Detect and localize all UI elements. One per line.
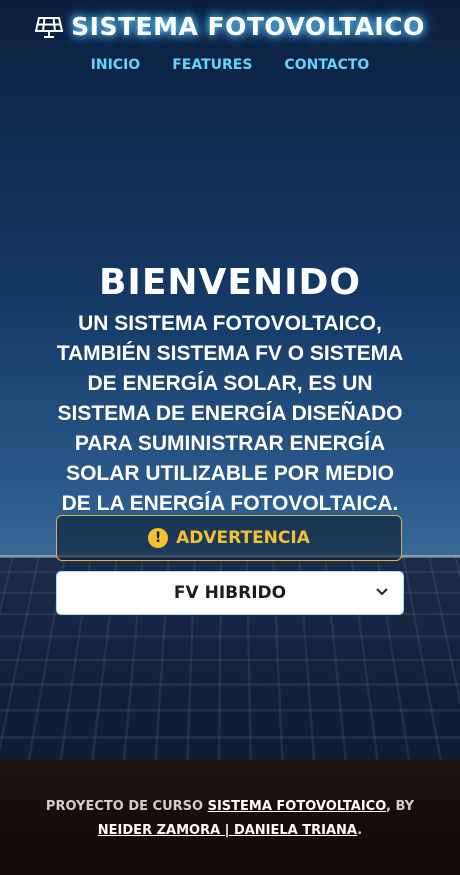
chevron-down-icon <box>376 588 388 596</box>
footer-suffix: . <box>357 823 363 838</box>
site-footer: PROYECTO DE CURSO SISTEMA FOTOVOLTAICO, … <box>30 795 430 843</box>
brand[interactable]: SISTEMA FOTOVOLTAICO <box>35 12 425 41</box>
nav-link-inicio[interactable]: INICIO <box>91 57 141 73</box>
site-title: SISTEMA FOTOVOLTAICO <box>71 12 425 41</box>
warning-alert[interactable]: ! ADVERTENCIA <box>56 515 402 561</box>
nav-link-contacto[interactable]: CONTACTO <box>284 57 369 73</box>
solar-panel-icon <box>35 16 64 38</box>
footer-project-link[interactable]: SISTEMA FOTOVOLTAICO <box>208 799 386 814</box>
system-type-select[interactable]: FV HIBRIDO <box>56 571 404 615</box>
hero-section: BIENVENIDO UN SISTEMA FOTOVOLTAICO, TAMB… <box>0 262 460 519</box>
hero-title: BIENVENIDO <box>98 262 362 303</box>
footer-by: , BY <box>386 799 415 814</box>
select-value: FV HIBRIDO <box>173 583 287 603</box>
warning-label: ADVERTENCIA <box>176 528 310 548</box>
exclamation-icon: ! <box>148 528 169 548</box>
hero-description: UN SISTEMA FOTOVOLTAICO, TAMBIÉN SISTEMA… <box>56 312 404 515</box>
nav-link-features[interactable]: FEATURES <box>172 57 252 73</box>
main-nav: INICIO FEATURES CONTACTO <box>0 57 460 73</box>
footer-prefix: PROYECTO DE CURSO <box>45 799 208 814</box>
footer-authors-link[interactable]: NEIDER ZAMORA | DANIELA TRIANA <box>98 823 357 838</box>
site-header: SISTEMA FOTOVOLTAICO INICIO FEATURES CON… <box>0 0 460 73</box>
